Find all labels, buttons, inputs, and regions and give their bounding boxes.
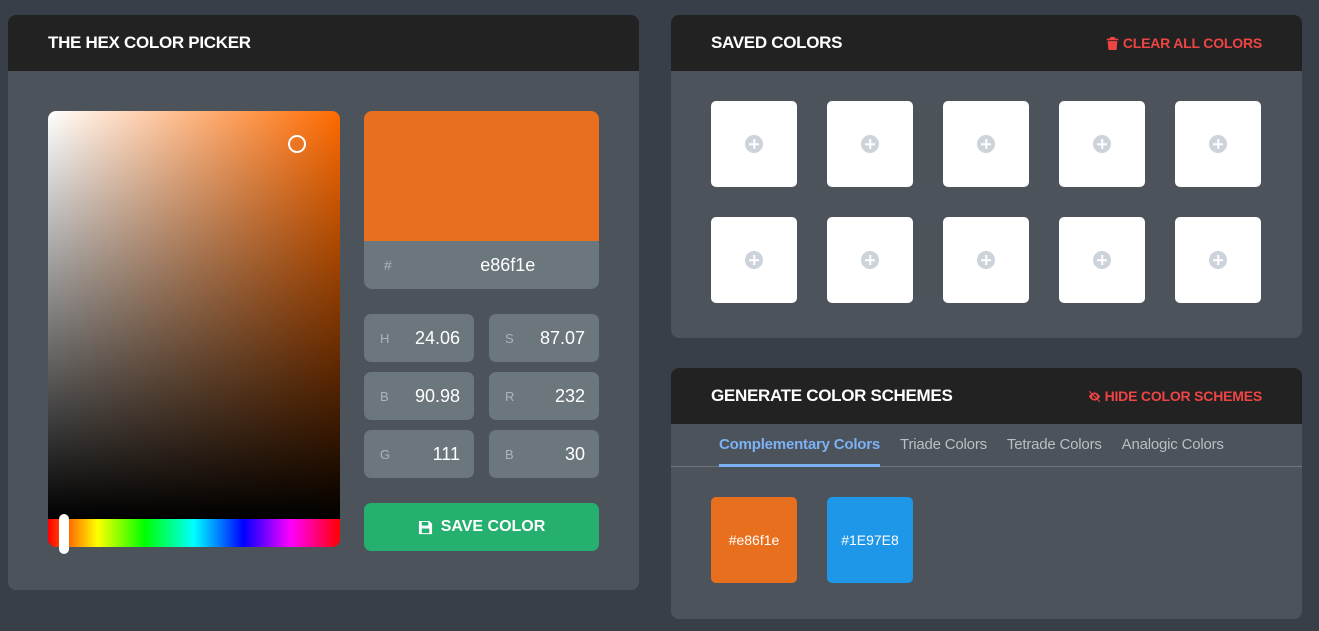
plus-circle-icon	[977, 251, 995, 269]
tab-triade-colors[interactable]: Triade Colors	[900, 424, 987, 467]
hue-input[interactable]	[400, 327, 460, 349]
hex-prefix: #	[384, 257, 392, 273]
saved-color-slot[interactable]	[1059, 101, 1145, 187]
saved-color-slot[interactable]	[1175, 217, 1261, 303]
field-label: B	[380, 388, 389, 404]
saved-color-slot[interactable]	[827, 101, 913, 187]
schemes-header: GENERATE COLOR SCHEMES HIDE COLOR SCHEME…	[671, 368, 1302, 424]
plus-circle-icon	[861, 135, 879, 153]
plus-circle-icon	[745, 251, 763, 269]
save-color-button[interactable]: SAVE COLOR	[364, 503, 599, 551]
save-color-label: SAVE COLOR	[440, 518, 546, 535]
brightness-field: B	[364, 372, 474, 420]
color-picker-panel: THE HEX COLOR PICKER # H S B R G B	[8, 15, 639, 590]
clear-all-label: CLEAR ALL COLORS	[1122, 35, 1262, 51]
picker-header: THE HEX COLOR PICKER	[8, 15, 639, 71]
green-input[interactable]	[400, 443, 460, 465]
floppy-disk-icon	[418, 520, 432, 534]
picker-title: THE HEX COLOR PICKER	[48, 33, 251, 52]
plus-circle-icon	[1093, 251, 1111, 269]
saved-title: SAVED COLORS	[711, 33, 843, 52]
hide-schemes-label: HIDE COLOR SCHEMES	[1104, 388, 1263, 404]
green-field: G	[364, 430, 474, 478]
saved-color-slot[interactable]	[711, 217, 797, 303]
tab-complementary-colors[interactable]: Complementary Colors	[719, 424, 880, 467]
scheme-color-swatch[interactable]: #e86f1e	[711, 497, 797, 583]
field-label: R	[505, 388, 515, 404]
brightness-input[interactable]	[400, 385, 460, 407]
tab-tetrade-colors[interactable]: Tetrade Colors	[1007, 424, 1102, 467]
scheme-color-swatch[interactable]: #1E97E8	[827, 497, 913, 583]
saved-colors-grid	[711, 101, 1261, 303]
saved-color-slot[interactable]	[711, 101, 797, 187]
saved-color-slot[interactable]	[827, 217, 913, 303]
plus-circle-icon	[745, 135, 763, 153]
schemes-title: GENERATE COLOR SCHEMES	[711, 386, 953, 405]
plus-circle-icon	[1093, 135, 1111, 153]
blue-field: B	[489, 430, 599, 478]
red-input[interactable]	[525, 385, 585, 407]
saturation-field: S	[489, 314, 599, 362]
field-label: H	[380, 330, 390, 346]
saturation-input[interactable]	[525, 327, 585, 349]
plus-circle-icon	[1209, 251, 1227, 269]
saved-color-slot[interactable]	[1059, 217, 1145, 303]
saturation-brightness-field[interactable]	[48, 111, 340, 519]
plus-circle-icon	[1209, 135, 1227, 153]
plus-circle-icon	[861, 251, 879, 269]
blue-input[interactable]	[525, 443, 585, 465]
hex-field: #	[364, 241, 599, 289]
color-cursor-handle[interactable]	[288, 135, 306, 153]
trash-icon	[1106, 36, 1119, 50]
field-label: B	[505, 446, 514, 462]
hex-input[interactable]	[391, 254, 599, 276]
eye-slash-icon	[1088, 390, 1100, 402]
saturation-brightness-area[interactable]	[48, 111, 340, 547]
hide-color-schemes-button[interactable]: HIDE COLOR SCHEMES	[1088, 388, 1262, 404]
saved-color-slot[interactable]	[943, 217, 1029, 303]
saved-colors-panel: SAVED COLORS CLEAR ALL COLORS	[671, 15, 1302, 338]
color-preview: #	[364, 111, 599, 289]
scheme-swatches: #e86f1e #1E97E8	[711, 497, 913, 583]
color-schemes-panel: GENERATE COLOR SCHEMES HIDE COLOR SCHEME…	[671, 368, 1302, 619]
tab-analogic-colors[interactable]: Analogic Colors	[1122, 424, 1224, 467]
saved-header: SAVED COLORS CLEAR ALL COLORS	[671, 15, 1302, 71]
plus-circle-icon	[977, 135, 995, 153]
hue-field: H	[364, 314, 474, 362]
hue-slider[interactable]	[48, 519, 340, 547]
red-field: R	[489, 372, 599, 420]
clear-all-colors-button[interactable]: CLEAR ALL COLORS	[1106, 35, 1262, 51]
field-label: G	[380, 446, 391, 462]
field-label: S	[505, 330, 514, 346]
hue-slider-handle[interactable]	[59, 514, 69, 554]
saved-color-slot[interactable]	[1175, 101, 1261, 187]
color-preview-swatch	[364, 111, 599, 241]
saved-color-slot[interactable]	[943, 101, 1029, 187]
scheme-tabs: Complementary Colors Triade Colors Tetrade…	[671, 424, 1302, 467]
